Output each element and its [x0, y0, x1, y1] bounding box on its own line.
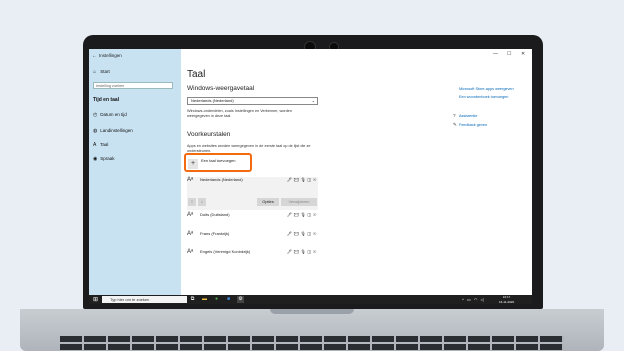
sidebar-item-label: Landinstellingen	[100, 128, 133, 133]
language-icon: Aᵃ	[187, 177, 194, 183]
region-icon: ◍	[93, 128, 98, 134]
taskbar-search-input[interactable]: Typ hier om te zoeken	[102, 296, 187, 303]
screen: ← Instellingen ⌂ Start Instelling zoeken…	[89, 49, 532, 304]
language-icon: Aᵃ	[187, 212, 194, 218]
keyboard-row	[60, 336, 564, 342]
chevron-down-icon: ⌄	[311, 98, 315, 103]
language-icon: A	[93, 142, 97, 148]
language-capabilities: 🖋 ✉ 🎙 ◫ ☉	[287, 249, 317, 254]
display-language-heading: Windows-weergavetaal	[187, 85, 255, 92]
preferred-languages-description: Apps en websites worden weergegeven in d…	[187, 144, 311, 153]
language-capabilities: 🖋 ✉ 🎙 ◫ ☉	[287, 231, 317, 236]
speech-icon: ◉	[93, 156, 98, 162]
help-link[interactable]: Assistentie	[459, 114, 477, 118]
language-capabilities: 🖋 ✉ 🎙 ◫ ☉	[287, 177, 317, 182]
sidebar-item-label: Spraak	[100, 156, 115, 161]
laptop-hinge	[270, 309, 354, 314]
language-name: Duits (Duitsland)	[200, 212, 230, 217]
language-icon: Aᵃ	[187, 231, 194, 237]
maximize-button[interactable]: ☐	[507, 51, 511, 57]
system-tray[interactable]: ^ ▭ ◠ ◁	[462, 297, 485, 302]
sidebar-item-speech[interactable]: ◉ Spraak	[93, 156, 115, 162]
feedback-icon: ✎	[453, 122, 457, 127]
minimize-button[interactable]: —	[493, 51, 498, 57]
taskbar: ⊞ Typ hier om te zoeken ⧉ ▬ ● ■ ⚙ ^ ▭ ◠ …	[89, 295, 532, 304]
sidebar-item-label: Datum en tijd	[100, 112, 127, 117]
help-icon: ?	[453, 113, 456, 118]
settings-sidebar: ← Instellingen ⌂ Start Instelling zoeken…	[89, 49, 181, 295]
display-language-select[interactable]: Nederlands (Nederland) ⌄	[187, 97, 318, 105]
language-row[interactable]: Aᵃ Frans (Frankrijk) 🖋 ✉ 🎙 ◫ ☉	[187, 231, 318, 245]
settings-search-input[interactable]: Instelling zoeken	[93, 82, 173, 89]
file-explorer-icon[interactable]: ▬	[201, 296, 208, 303]
language-name: Nederlands (Nederland)	[200, 177, 243, 182]
date-time-icon: ◴	[93, 112, 98, 118]
move-down-button[interactable]: ↓	[198, 198, 206, 206]
page-title: Taal	[187, 69, 206, 80]
display-language-description: Windows-onderdelen, zoals Instellingen e…	[187, 109, 292, 118]
chrome-icon[interactable]: ●	[213, 296, 220, 303]
language-row[interactable]: Aᵃ Engels (Verenigd Koninkrijk) 🖋 ✉ 🎙 ◫ …	[187, 249, 318, 263]
window-title: Instellingen	[99, 53, 122, 58]
language-row[interactable]: Aᵃ Duits (Duitsland) 🖋 ✉ 🎙 ◫ ☉	[187, 212, 318, 226]
highlight-outline	[184, 153, 252, 172]
settings-gear-icon[interactable]: ⚙	[237, 296, 244, 303]
task-view-icon[interactable]: ⧉	[189, 296, 196, 303]
back-arrow-icon[interactable]: ←	[92, 53, 97, 59]
feedback-link[interactable]: Feedback geven	[459, 123, 487, 127]
clock[interactable]: 10:17 16-11-2020	[499, 295, 514, 304]
sidebar-item-region[interactable]: ◍ Landinstellingen	[93, 128, 133, 134]
language-name: Frans (Frankrijk)	[200, 231, 230, 236]
home-icon: ⌂	[93, 69, 97, 75]
store-icon[interactable]: ■	[225, 296, 232, 303]
preferred-languages-heading: Voorkeurstalen	[187, 131, 231, 138]
sidebar-item-language[interactable]: A Taal	[93, 142, 108, 148]
remove-button[interactable]: Verwijderen	[281, 198, 317, 206]
language-capabilities: 🖋 ✉ 🎙 ◫ ☉	[287, 212, 317, 217]
keyboard-row	[60, 344, 564, 350]
add-dictionary-link[interactable]: Een woordenboek toevoegen	[459, 95, 508, 99]
move-up-button[interactable]: ↑	[188, 198, 196, 206]
sidebar-item-label: Start	[100, 69, 110, 74]
language-name: Engels (Verenigd Koninkrijk)	[200, 249, 251, 254]
language-icon: Aᵃ	[187, 249, 194, 255]
windows-start-icon[interactable]: ⊞	[93, 296, 98, 303]
sidebar-item-home[interactable]: ⌂ Start	[93, 69, 110, 75]
options-button[interactable]: Opties	[257, 198, 279, 206]
sidebar-item-date-time[interactable]: ◴ Datum en tijd	[93, 112, 127, 118]
sidebar-item-label: Taal	[100, 142, 109, 147]
sidebar-section-heading: Tijd en taal	[93, 97, 120, 103]
store-apps-link[interactable]: Microsoft Store-apps weergeven	[459, 87, 514, 91]
close-button[interactable]: ✕	[521, 51, 525, 57]
